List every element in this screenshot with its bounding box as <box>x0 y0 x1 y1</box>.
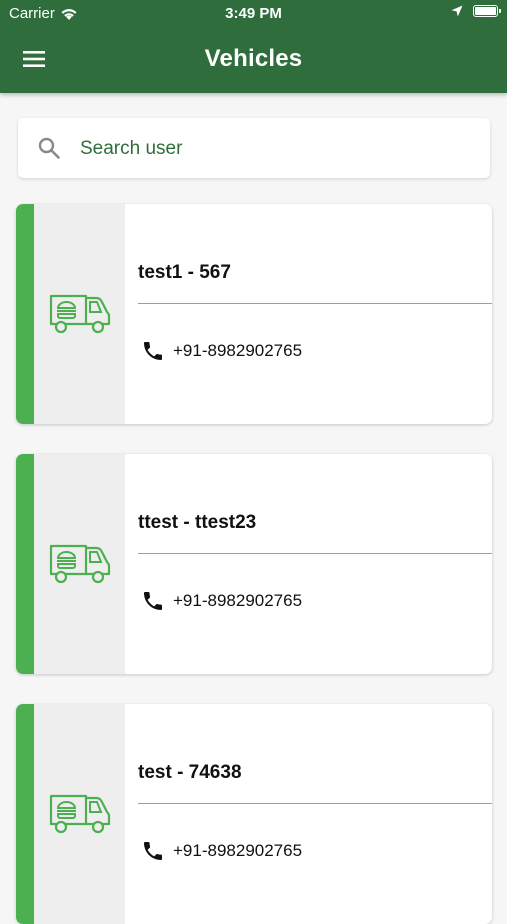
vehicle-title: test1 - 567 <box>138 262 231 283</box>
card-accent-bar <box>16 204 34 424</box>
phone-icon[interactable] <box>141 839 165 863</box>
food-truck-icon <box>49 294 111 334</box>
card-divider <box>138 553 492 554</box>
vehicle-title: test - 74638 <box>138 762 242 783</box>
phone-icon[interactable] <box>141 589 165 613</box>
card-accent-bar <box>16 704 34 924</box>
vehicle-card[interactable]: ttest - ttest23 +91-8982902765 <box>16 454 492 674</box>
vehicle-card[interactable]: test1 - 567 +91-8982902765 <box>16 204 492 424</box>
location-arrow-icon <box>451 5 463 17</box>
status-time: 3:49 PM <box>225 5 282 22</box>
vehicle-title: ttest - ttest23 <box>138 512 257 533</box>
card-accent-bar <box>16 454 34 674</box>
phone-icon[interactable] <box>141 339 165 363</box>
card-icon-panel <box>34 454 125 674</box>
card-divider <box>138 803 492 804</box>
card-icon-panel <box>34 204 125 424</box>
vehicle-phone[interactable]: +91-8982902765 <box>173 841 302 861</box>
vehicle-phone[interactable]: +91-8982902765 <box>173 341 302 361</box>
app-header: Carrier 3:49 PM Vehicles <box>0 0 507 93</box>
card-icon-panel <box>34 704 125 924</box>
search-icon <box>38 137 60 159</box>
search-box[interactable] <box>18 118 490 180</box>
page-title: Vehicles <box>204 45 303 72</box>
battery-icon <box>473 5 501 17</box>
search-input[interactable] <box>78 118 482 180</box>
vehicle-card[interactable]: test - 74638 +91-8982902765 <box>16 704 492 924</box>
vehicle-phone[interactable]: +91-8982902765 <box>173 591 302 611</box>
card-divider <box>138 303 492 304</box>
status-bar: Carrier 3:49 PM <box>0 0 507 28</box>
status-right-group <box>451 5 501 17</box>
food-truck-icon <box>49 544 111 584</box>
food-truck-icon <box>49 794 111 834</box>
